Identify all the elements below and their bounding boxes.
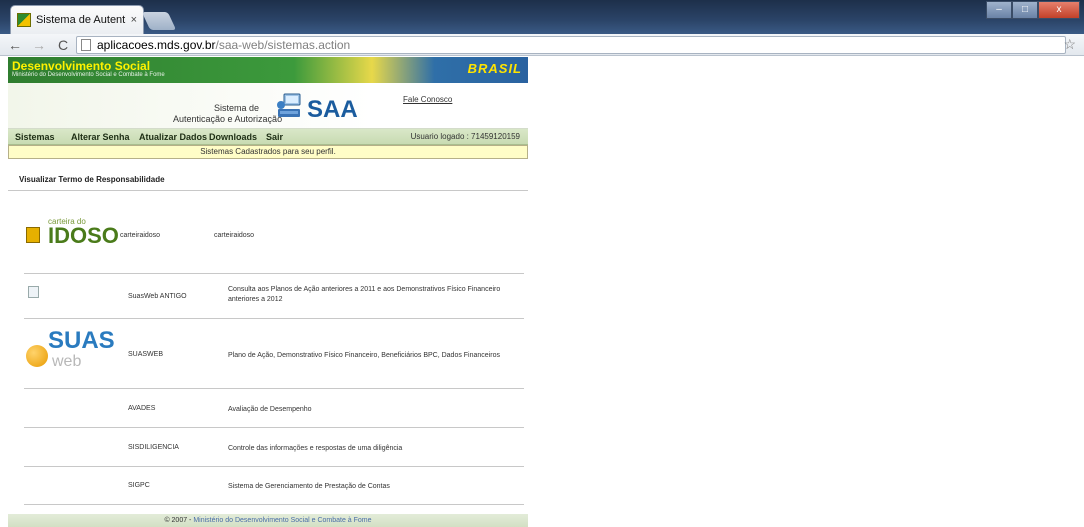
divider xyxy=(24,466,524,467)
carteira-idoso-logo[interactable]: carteira do IDOSO xyxy=(26,217,119,248)
suas-drop-icon xyxy=(26,345,48,367)
menu-sair[interactable]: Sair xyxy=(266,132,283,142)
user-logged-label: Usuario logado : 71459120159 xyxy=(410,132,520,141)
divider xyxy=(24,427,524,428)
menu-downloads[interactable]: Downloads xyxy=(209,132,257,142)
system-name-suasweb[interactable]: SUASWEB xyxy=(128,351,163,358)
system-label-line2: Autenticação e Autorização xyxy=(173,114,283,124)
divider xyxy=(24,388,524,389)
divider xyxy=(24,273,524,274)
close-window-button[interactable]: x xyxy=(1038,1,1080,19)
idoso-badge-icon xyxy=(26,227,40,243)
gov-banner: Desenvolvimento Social Ministério do Des… xyxy=(8,57,528,83)
footer-copyright: © 2007 - xyxy=(164,517,194,524)
window-controls: – □ x xyxy=(986,1,1080,19)
page-icon xyxy=(81,39,91,51)
term-responsibility-link[interactable]: Visualizar Termo de Responsabilidade xyxy=(19,175,165,184)
favicon-icon xyxy=(17,13,31,27)
brasil-logo: BRASIL xyxy=(467,61,522,76)
page-content: Desenvolvimento Social Ministério do Des… xyxy=(8,57,528,527)
system-desc-sisdiligencia: Controle das informações e respostas de … xyxy=(228,445,403,452)
system-label-line1: Sistema de xyxy=(214,103,260,113)
new-tab-button[interactable] xyxy=(141,12,177,30)
profile-notice: Sistemas Cadastrados para seu perfil. xyxy=(8,145,528,159)
url-path: /saa-web/sistemas.action xyxy=(215,38,351,52)
suas-web-logo[interactable]: SUAS web xyxy=(26,327,118,377)
system-name-sigpc[interactable]: SIGPC xyxy=(128,482,150,489)
bookmark-star-icon[interactable]: ☆ xyxy=(1063,36,1076,53)
system-desc-suasweb: Plano de Ação, Demonstrativo Físico Fina… xyxy=(228,352,500,359)
banner-title: Desenvolvimento Social xyxy=(12,59,151,73)
broken-image-icon[interactable] xyxy=(28,286,39,298)
divider xyxy=(24,504,524,505)
divider xyxy=(24,318,524,319)
maximize-button[interactable]: □ xyxy=(1012,1,1038,19)
system-name-sisdiligencia[interactable]: SISDILIGENCIA xyxy=(128,444,179,451)
window-titlebar: Sistema de Autenticação × – □ x xyxy=(0,0,1084,34)
menu-alterar-senha[interactable]: Alterar Senha xyxy=(71,132,130,142)
tab-title: Sistema de Autenticação xyxy=(35,14,126,26)
main-menu: Sistemas Alterar Senha Atualizar Dados D… xyxy=(8,129,528,145)
reload-icon[interactable]: C xyxy=(54,37,72,53)
browser-toolbar: ← → C aplicacoes.mds.gov.br/saa-web/sist… xyxy=(0,34,1084,56)
idoso-logo-big: IDOSO xyxy=(48,223,119,248)
tab-close-icon[interactable]: × xyxy=(131,14,137,26)
system-name-carteiraidoso[interactable]: carteiraidoso xyxy=(120,232,160,239)
app-header: Sistema de Autenticação e Autorização SA… xyxy=(8,83,528,129)
system-desc-avades: Avaliação de Desempenho xyxy=(228,406,312,413)
fale-conosco-link[interactable]: Fale Conosco xyxy=(403,95,452,104)
minimize-button[interactable]: – xyxy=(986,1,1012,19)
page-footer: © 2007 - Ministério do Desenvolvimento S… xyxy=(8,514,528,527)
back-arrow-icon[interactable]: ← xyxy=(6,37,24,53)
menu-sistemas[interactable]: Sistemas xyxy=(15,132,55,142)
banner-subtitle: Ministério do Desenvolvimento Social e C… xyxy=(12,72,165,78)
divider xyxy=(8,190,528,191)
url-host: aplicacoes.mds.gov.br xyxy=(97,38,216,52)
address-bar[interactable]: aplicacoes.mds.gov.br/saa-web/sistemas.a… xyxy=(76,36,1066,54)
system-desc-sigpc: Sistema de Gerenciamento de Prestação de… xyxy=(228,483,390,490)
footer-org: Ministério do Desenvolvimento Social e C… xyxy=(193,517,372,524)
system-name-avades[interactable]: AVADES xyxy=(128,405,155,412)
system-desc-suasweb-antigo: Consulta aos Planos de Ação anteriores a… xyxy=(228,286,501,303)
saa-computer-icon xyxy=(277,93,301,117)
menu-atualizar-dados[interactable]: Atualizar Dados xyxy=(139,132,207,142)
browser-tab[interactable]: Sistema de Autenticação × xyxy=(10,5,144,34)
system-name-suasweb-antigo[interactable]: SuasWeb ANTIGO xyxy=(128,293,187,300)
forward-arrow-icon[interactable]: → xyxy=(30,37,48,53)
saa-logo: SAA xyxy=(307,96,358,123)
suas-logo-small: web xyxy=(52,353,82,370)
system-desc-carteiraidoso: carteiraidoso xyxy=(214,232,255,239)
suas-logo-big: SUAS xyxy=(48,327,115,354)
